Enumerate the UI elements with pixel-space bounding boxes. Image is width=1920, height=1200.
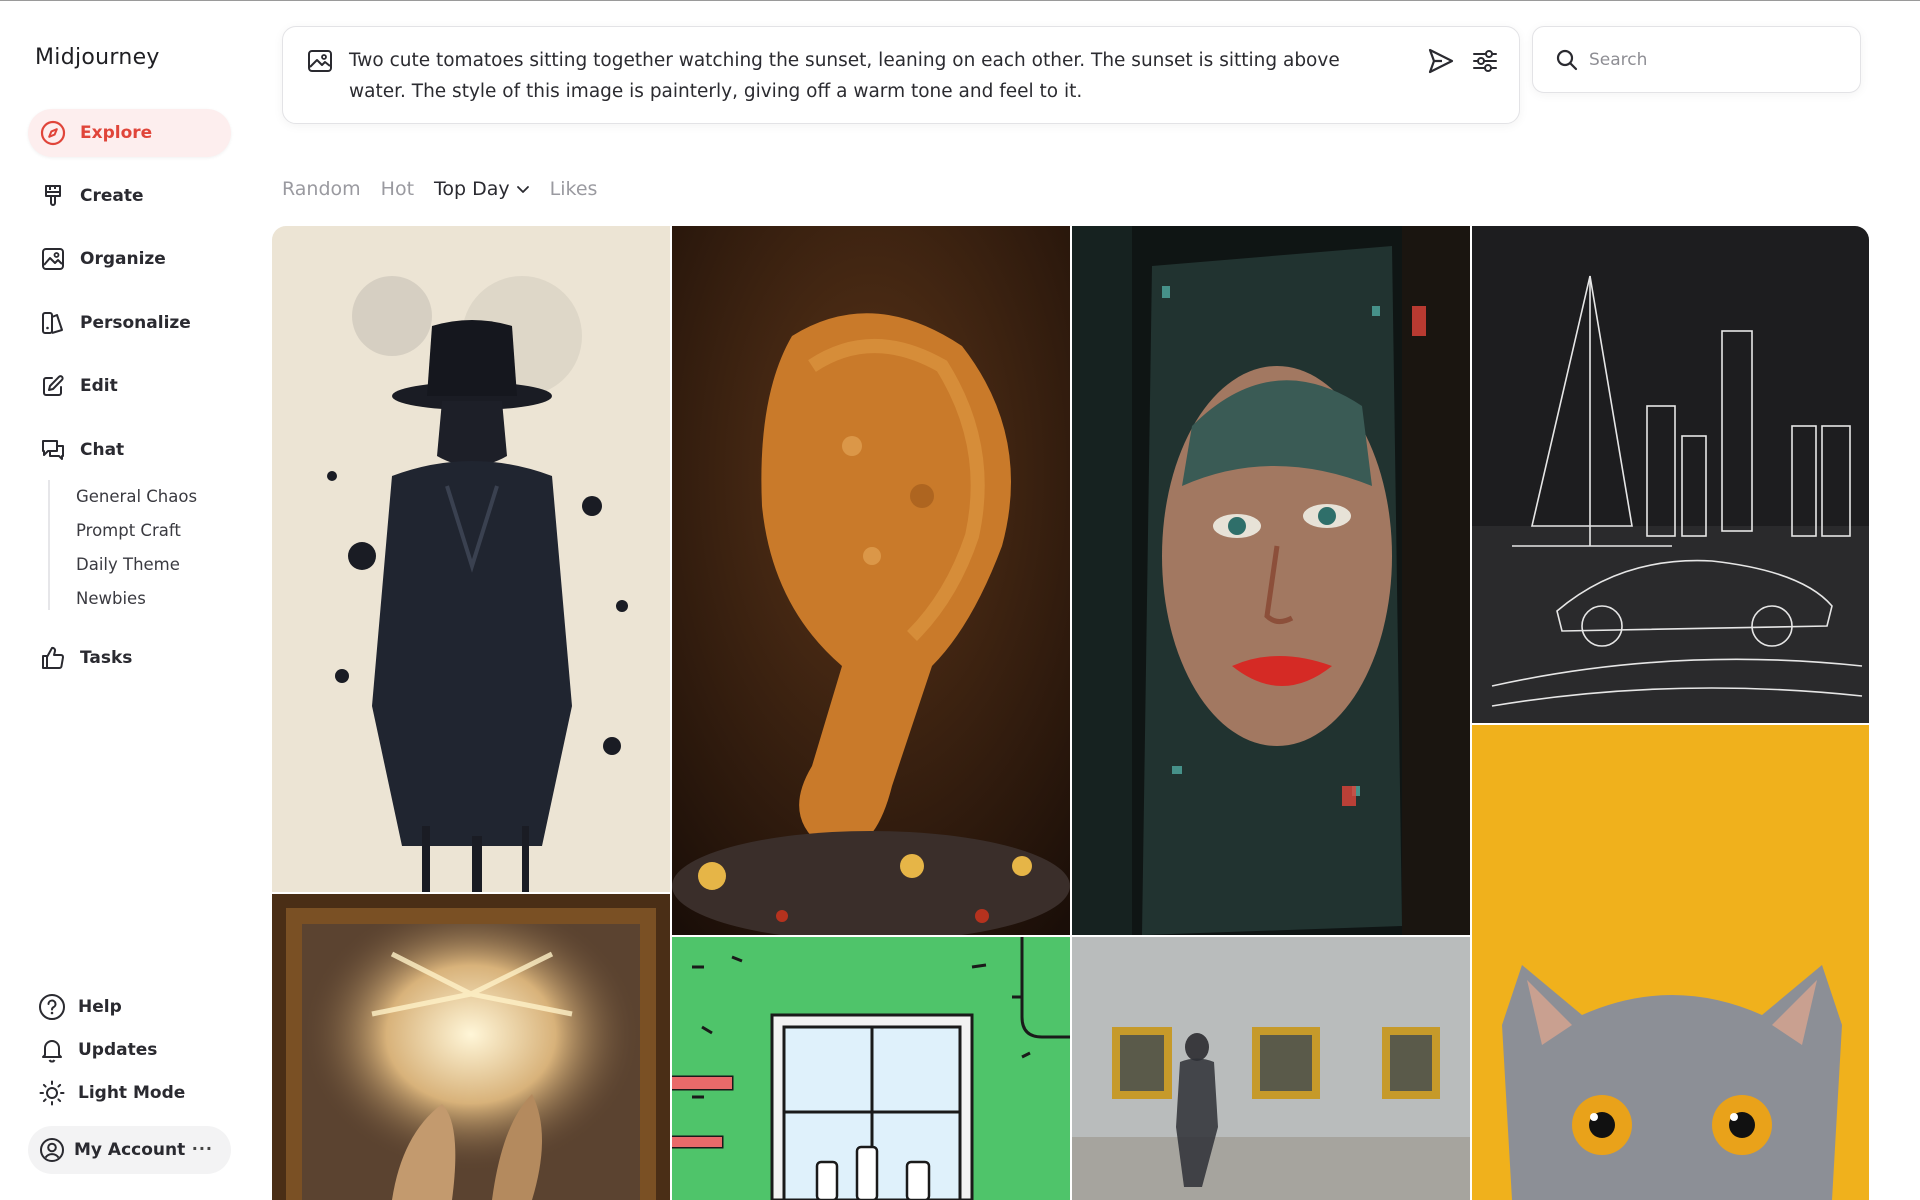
more-options-icon[interactable]: ··· xyxy=(192,1139,213,1158)
bell-icon xyxy=(38,1036,66,1064)
prompt-input[interactable]: Two cute tomatoes sitting together watch… xyxy=(349,45,1359,107)
search-icon xyxy=(1555,48,1579,76)
image-icon xyxy=(40,246,66,272)
footer-light-mode[interactable]: Light Mode xyxy=(38,1077,185,1109)
gallery-image-grey-cat-yellow-background[interactable] xyxy=(1472,725,1869,1200)
image-gallery xyxy=(272,226,1869,1200)
nav-label: Organize xyxy=(80,249,166,269)
gallery-image-cartoon-window-shelf[interactable] xyxy=(672,937,1070,1200)
tab-random[interactable]: Random xyxy=(282,178,361,200)
send-icon[interactable] xyxy=(1425,45,1457,77)
chat-rooms-divider xyxy=(48,480,50,610)
search-box[interactable] xyxy=(1532,26,1861,93)
gallery-image-digital-mosaic-woman-face[interactable] xyxy=(1072,226,1470,935)
account-label: My Account xyxy=(74,1140,186,1160)
footer-help[interactable]: Help xyxy=(38,991,122,1023)
tab-likes[interactable]: Likes xyxy=(550,178,598,200)
search-input[interactable] xyxy=(1589,45,1839,75)
chevron-down-icon xyxy=(516,178,530,200)
user-circle-icon xyxy=(38,1136,66,1164)
window-top-border xyxy=(0,0,1920,1)
feed-tabs: Random Hot Top Day Likes xyxy=(282,178,617,200)
nav-label: Tasks xyxy=(80,648,133,668)
my-account-button[interactable]: My Account ··· xyxy=(28,1126,231,1174)
chat-room-daily-theme[interactable]: Daily Theme xyxy=(76,555,180,574)
thumbs-up-icon xyxy=(40,645,66,671)
nav-item-chat[interactable]: Chat xyxy=(28,426,231,474)
sun-icon xyxy=(38,1079,66,1107)
nav-item-organize[interactable]: Organize xyxy=(28,235,231,283)
nav-label: Create xyxy=(80,186,144,206)
chat-room-general-chaos[interactable]: General Chaos xyxy=(76,487,197,506)
nav-item-personalize[interactable]: Personalize xyxy=(28,299,231,347)
chat-room-newbies[interactable]: Newbies xyxy=(76,589,146,608)
tab-label: Top Day xyxy=(434,178,510,200)
gallery-image-gallery-walking-person[interactable] xyxy=(1072,937,1470,1200)
help-icon xyxy=(38,993,66,1021)
edit-icon xyxy=(40,373,66,399)
sliders-icon[interactable] xyxy=(1469,45,1501,77)
nav-item-edit[interactable]: Edit xyxy=(28,362,231,410)
gallery-image-fried-chicken-drumstick[interactable] xyxy=(672,226,1070,935)
image-icon[interactable] xyxy=(307,48,333,78)
nav-label: Personalize xyxy=(80,313,191,333)
nav-label: Chat xyxy=(80,440,125,460)
sidebar: Midjourney Explore Create Organize Perso… xyxy=(0,0,250,1200)
footer-label: Help xyxy=(78,997,122,1017)
chat-icon xyxy=(40,437,66,463)
tab-hot[interactable]: Hot xyxy=(381,178,414,200)
nav-label: Explore xyxy=(80,123,153,143)
gallery-image-wireframe-sailboat-car-skyline[interactable] xyxy=(1472,226,1869,723)
tab-top-day[interactable]: Top Day xyxy=(434,178,530,200)
chat-room-prompt-craft[interactable]: Prompt Craft xyxy=(76,521,181,540)
nav-item-tasks[interactable]: Tasks xyxy=(28,634,231,682)
footer-updates[interactable]: Updates xyxy=(38,1034,157,1066)
gallery-image-ink-splash-man-in-hat[interactable] xyxy=(272,226,670,892)
gallery-image-baroque-angel-painting[interactable] xyxy=(272,894,670,1200)
footer-label: Updates xyxy=(78,1040,158,1060)
brand-logo[interactable]: Midjourney xyxy=(35,45,160,70)
nav-item-explore[interactable]: Explore xyxy=(28,109,231,157)
brush-icon xyxy=(40,183,66,209)
footer-label: Light Mode xyxy=(78,1083,186,1103)
nav-label: Edit xyxy=(80,376,118,396)
nav-item-create[interactable]: Create xyxy=(28,172,231,220)
prompt-box[interactable]: Two cute tomatoes sitting together watch… xyxy=(282,26,1520,124)
personalize-icon xyxy=(40,310,66,336)
compass-icon xyxy=(40,120,66,146)
